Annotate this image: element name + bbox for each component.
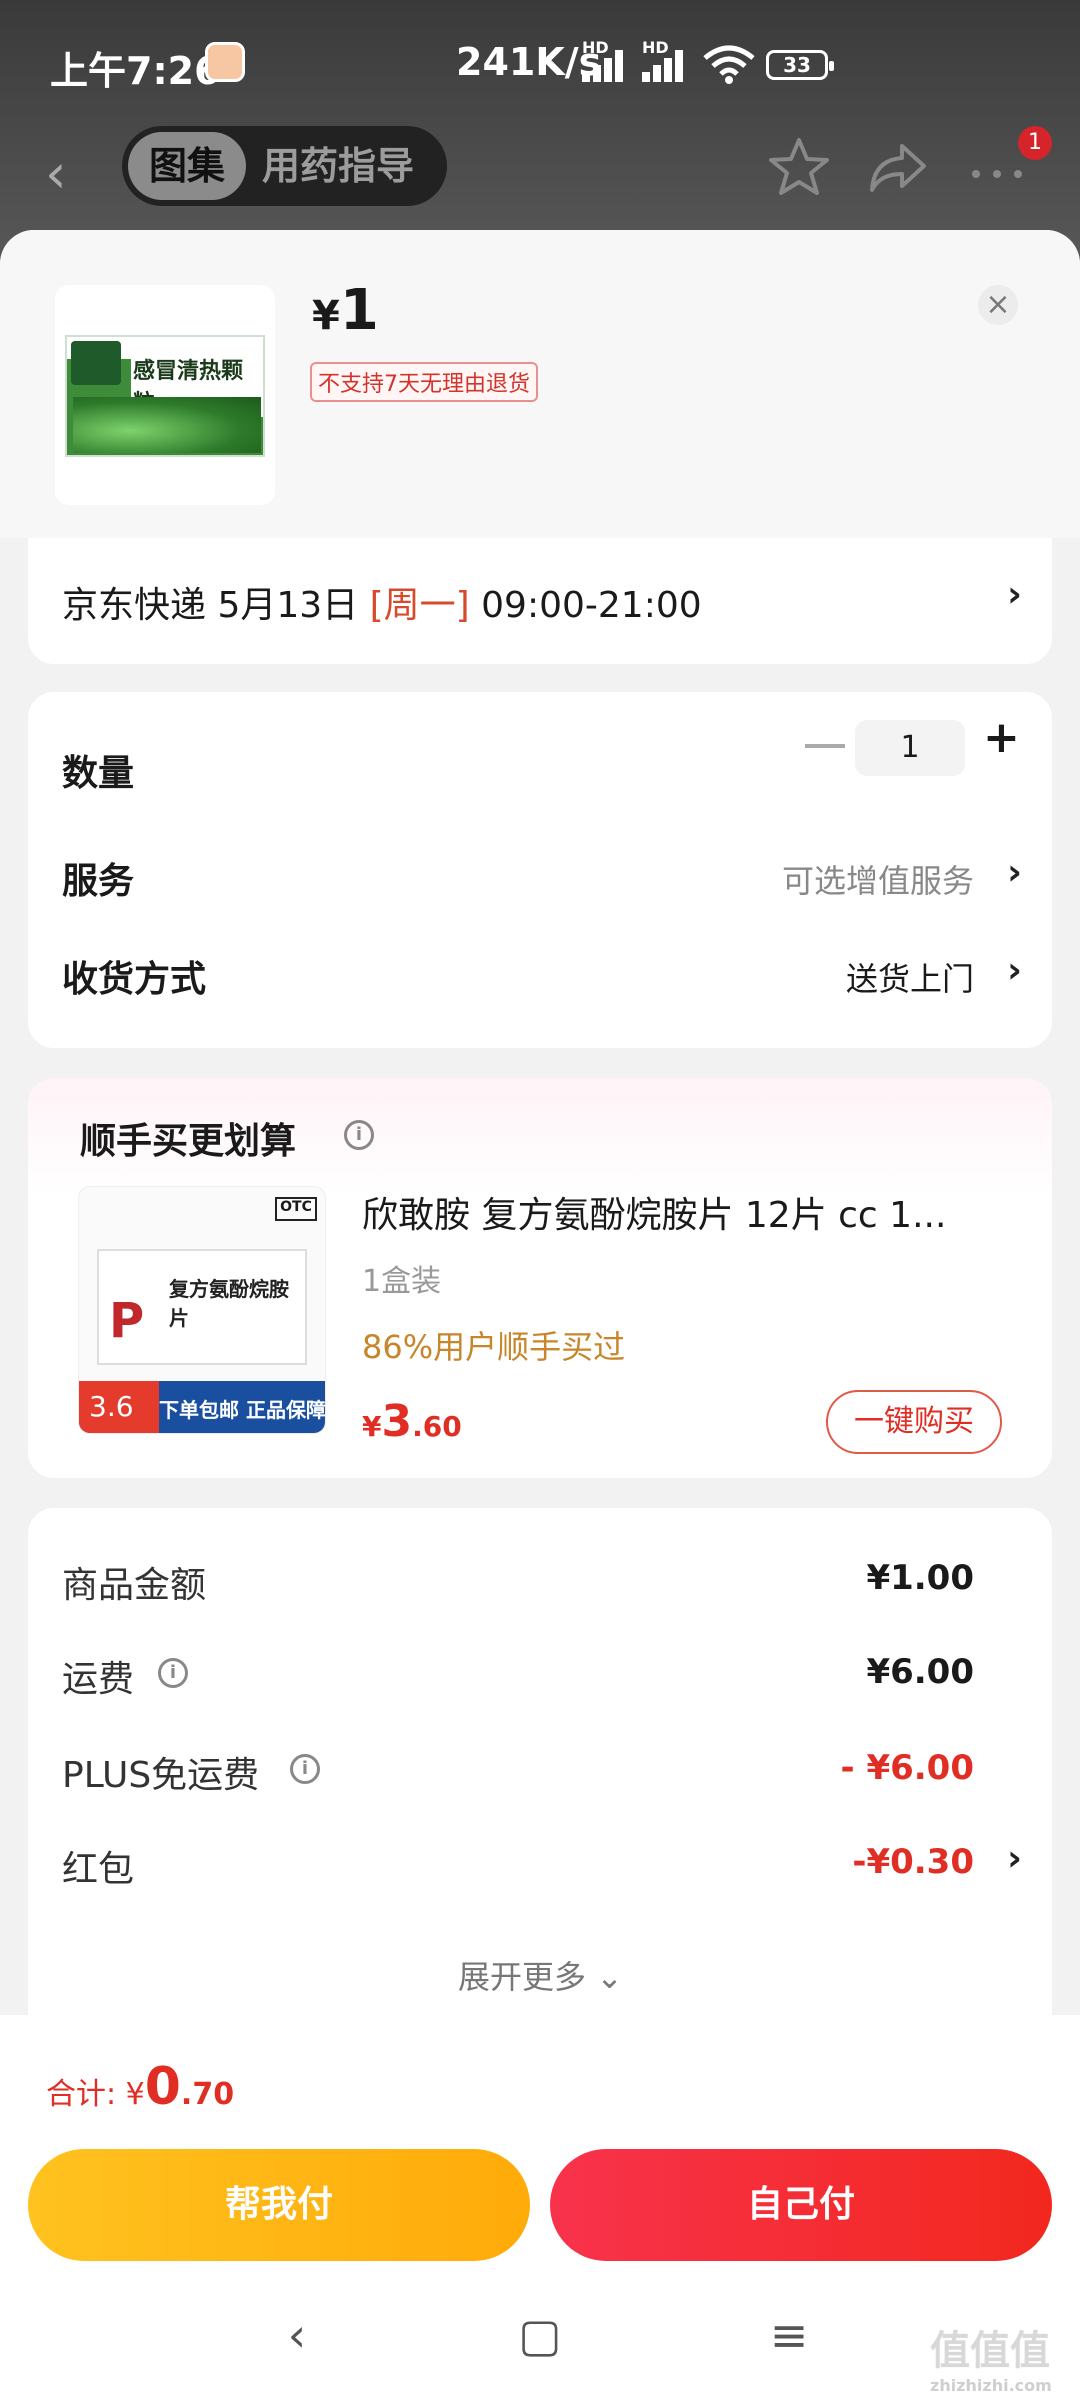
addon-card: 顺手买更划算 i OTC 复方氨酚烷胺片 P 下单包邮 正品保障 3.6 欣敢胺… xyxy=(28,1078,1052,1478)
total-price: 合计: ¥0.70 xyxy=(46,2057,234,2117)
delivery-value[interactable]: 送货上门 xyxy=(846,954,974,1000)
info-icon[interactable]: i xyxy=(290,1754,320,1784)
promo-banner-text: 下单包邮 正品保障 xyxy=(159,1398,326,1422)
addon-box-image: 复方氨酚烷胺片 P xyxy=(97,1249,307,1365)
brand-logo xyxy=(71,341,121,385)
info-icon[interactable]: i xyxy=(344,1120,374,1150)
status-time: 上午7:26 xyxy=(50,49,221,93)
chevron-right-icon[interactable]: › xyxy=(1007,950,1022,991)
promo-price: 3.6 xyxy=(79,1381,159,1433)
status-bar: 上午7:26 241K/s HD HD 33 xyxy=(0,0,1080,125)
sheet-header: 感冒清热颗粒 ¥1 不支持7天无理由退货 × xyxy=(0,230,1080,538)
quantity-label: 数量 xyxy=(62,753,135,794)
watermark-sub: zhizhizhi.com xyxy=(930,2376,1052,2395)
red-packet-label: 红包 xyxy=(62,1849,135,1890)
tab-switcher: 图集 用药指导 xyxy=(122,126,447,206)
close-icon[interactable]: × xyxy=(978,285,1018,325)
total-dec: .70 xyxy=(180,2077,235,2112)
back-icon[interactable]: ‹ xyxy=(45,142,95,205)
top-nav: ‹ 图集 用药指导 1 xyxy=(0,120,1080,220)
system-nav-bar: ‹ ▢ ≡ xyxy=(0,2290,1080,2380)
share-icon[interactable] xyxy=(862,132,932,202)
system-back-icon[interactable]: ‹ xyxy=(272,2308,322,2362)
addon-user-stat: 86%用户顺手买过 xyxy=(362,1328,626,1366)
addon-title: 顺手买更划算 xyxy=(80,1121,297,1162)
service-value[interactable]: 可选增值服务 xyxy=(782,856,974,902)
quantity-minus-button[interactable] xyxy=(805,744,845,748)
price-symbol: ¥ xyxy=(312,293,340,339)
product-thumbnail[interactable]: 感冒清热颗粒 xyxy=(55,285,275,505)
chevron-right-icon: › xyxy=(1007,574,1022,615)
brand-mark-icon: P xyxy=(109,1293,145,1349)
system-home-icon[interactable]: ▢ xyxy=(515,2308,565,2362)
chevron-right-icon[interactable]: › xyxy=(1007,1838,1022,1879)
quantity-input[interactable]: 1 xyxy=(855,720,965,776)
tab-medication-guide[interactable]: 用药指导 xyxy=(262,126,414,206)
shipping-fee-value: ¥6.00 xyxy=(866,1652,974,1692)
total-label: 合计: ¥ xyxy=(46,2077,145,2112)
leaf-graphic xyxy=(73,397,261,453)
app-notification-icon xyxy=(205,42,245,82)
addon-box-title: 复方氨酚烷胺片 xyxy=(169,1277,289,1330)
battery-icon: 33 xyxy=(766,50,834,80)
shipping-carrier: 京东快递 5月13日 xyxy=(62,585,370,626)
addon-price-dec: .60 xyxy=(412,1410,462,1443)
red-packet-value[interactable]: -¥0.30 xyxy=(852,1842,974,1882)
addon-product-image[interactable]: OTC 复方氨酚烷胺片 P 下单包邮 正品保障 3.6 xyxy=(78,1186,326,1434)
product-price: ¥1 xyxy=(312,278,379,343)
watermark-text: 值值值 xyxy=(930,2328,1050,2374)
signal-icon-1 xyxy=(582,48,632,82)
help-me-pay-button[interactable]: 帮我付 xyxy=(28,2149,530,2261)
quantity-plus-button[interactable]: + xyxy=(983,712,1020,763)
info-icon[interactable]: i xyxy=(158,1658,188,1688)
goods-amount-value: ¥1.00 xyxy=(866,1558,974,1598)
total-int: 0 xyxy=(144,2057,181,2117)
shipping-weekday: [周一] xyxy=(369,585,470,626)
otc-badge: OTC xyxy=(275,1197,317,1221)
addon-price-symbol: ¥ xyxy=(362,1410,382,1443)
no-return-tag: 不支持7天无理由退货 xyxy=(310,362,538,402)
self-pay-button[interactable]: 自己付 xyxy=(550,2149,1052,2261)
shipping-row[interactable]: 京东快递 5月13日 [周一] 09:00-21:00 › xyxy=(28,538,1052,664)
purchase-sheet: 感冒清热颗粒 ¥1 不支持7天无理由退货 × 京东快递 5月13日 [周一] 0… xyxy=(0,230,1080,2108)
network-speed: 241K/s xyxy=(456,40,602,84)
expand-more-button[interactable]: 展开更多 ⌄ xyxy=(458,1952,623,1998)
plus-free-shipping-value: - ¥6.00 xyxy=(840,1748,975,1788)
addon-price-int: 3 xyxy=(381,1396,413,1447)
addon-product-spec: 1盒装 xyxy=(362,1264,442,1299)
shipping-text: 京东快递 5月13日 [周一] 09:00-21:00 xyxy=(62,576,702,628)
delivery-label: 收货方式 xyxy=(62,959,207,1000)
chevron-right-icon[interactable]: › xyxy=(1007,852,1022,893)
service-label: 服务 xyxy=(62,861,135,902)
shipping-fee-label: 运费 xyxy=(62,1659,135,1700)
options-card: 数量 1 + 服务 可选增值服务 › 收货方式 送货上门 › xyxy=(28,692,1052,1048)
watermark: 值值值 zhizhizhi.com xyxy=(930,2318,1070,2395)
signal-icon-2 xyxy=(642,48,692,82)
tab-gallery[interactable]: 图集 xyxy=(128,132,246,200)
addon-product-name[interactable]: 欣敢胺 复方氨酚烷胺片 12片 cc 1... xyxy=(362,1186,1022,1238)
system-menu-icon[interactable]: ≡ xyxy=(764,2308,814,2362)
addon-price: ¥3.60 xyxy=(362,1396,462,1447)
plus-free-shipping-label: PLUS免运费 xyxy=(62,1755,260,1796)
shipping-window: 09:00-21:00 xyxy=(469,585,702,626)
goods-amount-label: 商品金额 xyxy=(62,1565,207,1606)
star-icon[interactable] xyxy=(764,132,834,202)
notification-badge: 1 xyxy=(1018,126,1052,160)
price-value: 1 xyxy=(339,278,379,343)
wifi-icon xyxy=(703,45,755,84)
one-click-buy-button[interactable]: 一键购买 xyxy=(826,1390,1002,1454)
product-box-image: 感冒清热颗粒 xyxy=(65,335,265,457)
